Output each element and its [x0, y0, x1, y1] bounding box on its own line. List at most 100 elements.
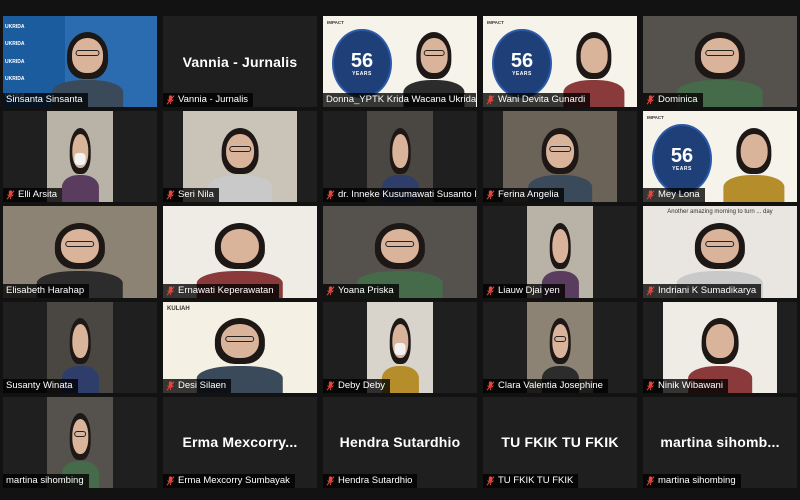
emblem-subtitle: YEARS	[512, 70, 532, 77]
participant-name: Deby Deby	[338, 379, 385, 391]
anniversary-emblem: 56 YEARS	[492, 28, 552, 99]
mic-muted-icon	[646, 286, 655, 296]
mic-muted-icon	[646, 95, 655, 105]
participant-name-label: TU FKIK TU FKIK	[483, 473, 579, 488]
participant-name-label: Ninik Wibawani	[643, 378, 728, 393]
emblem-number: 56	[350, 49, 374, 72]
participant-name-label: Liauw Djai yen	[483, 283, 565, 298]
participant-name: Indriani K Sumadikarya	[658, 284, 757, 296]
impact-logo: IMPACT	[487, 20, 504, 25]
participant-name-label: Donna_YPTK Krida Wacana Ukrida FKIK	[323, 93, 476, 108]
participant-name: Elli Arsita	[18, 189, 58, 201]
mic-muted-icon	[166, 476, 175, 486]
mic-muted-icon	[646, 476, 655, 486]
mic-muted-icon	[486, 286, 495, 296]
participant-name: Hendra Sutardhio	[338, 474, 413, 486]
participant-name-label: Vannia - Jurnalis	[163, 93, 254, 108]
mic-muted-icon	[326, 190, 335, 200]
anniversary-emblem: 56 YEARS	[332, 28, 392, 99]
mic-muted-icon	[166, 381, 175, 391]
video-gallery: UKRIDAUKRIDAUKRIDAUKRIDAUKRIDASinsanta S…	[0, 14, 800, 490]
participant-tile[interactable]: Ferina Angelia	[483, 111, 637, 203]
participant-name-label: Seri Nila	[163, 188, 219, 203]
participant-name: dr. Inneke Kusumawati Susanto M...	[338, 189, 476, 201]
participant-name: Vannia - Jurnalis	[178, 94, 249, 106]
participant-name-label: martina sihombing	[3, 473, 89, 488]
participant-tile[interactable]: Yoana Priska	[323, 206, 477, 298]
participant-tile[interactable]: Deby Deby	[323, 301, 477, 393]
participant-tile[interactable]: Seri Nila	[163, 111, 317, 203]
participant-tile[interactable]: Elli Arsita	[3, 111, 157, 203]
participant-name: Sinsanta Sinsanta	[6, 94, 83, 106]
participant-display-name: Erma Mexcorry...	[182, 434, 298, 451]
participant-name-label: Elli Arsita	[3, 188, 63, 203]
participant-name-label: Indriani K Sumadikarya	[643, 283, 762, 298]
participant-tile[interactable]: UKRIDAUKRIDAUKRIDAUKRIDAUKRIDASinsanta S…	[3, 16, 157, 108]
participant-name-label: martina sihombing	[643, 473, 741, 488]
participant-name-label: Elisabeth Harahap	[3, 283, 90, 298]
participant-name-label: Ferina Angelia	[483, 188, 564, 203]
participant-tile[interactable]: Clara Valentia Josephine	[483, 301, 637, 393]
participant-name: Ninik Wibawani	[658, 379, 723, 391]
mic-muted-icon	[166, 95, 175, 105]
participant-tile[interactable]: TU FKIK TU FKIK TU FKIK TU FKIK	[483, 396, 637, 488]
participant-tile[interactable]: Susanty Winata	[3, 301, 157, 393]
participant-display-name: martina sihomb...	[660, 434, 780, 451]
participant-tile[interactable]: KULIAH Desi Silaen	[163, 301, 317, 393]
participant-name: TU FKIK TU FKIK	[498, 474, 574, 486]
participant-name: martina sihombing	[658, 474, 736, 486]
participant-tile[interactable]: IMPACT 56 YEARS Donna_YPTK Krida Wacana Ukr…	[323, 16, 477, 108]
participant-name-label: Clara Valentia Josephine	[483, 378, 608, 393]
participant-tile[interactable]: IMPACT 56 YEARS Mey Lona	[643, 111, 797, 203]
participant-name-label: Yoana Priska	[323, 283, 399, 298]
impact-logo: IMPACT	[327, 20, 344, 25]
participant-display-name: Vannia - Jurnalis	[182, 53, 298, 70]
participant-tile[interactable]: Hendra Sutardhio Hendra Sutardhio	[323, 396, 477, 488]
emblem-subtitle: YEARS	[352, 70, 372, 77]
participant-name: Clara Valentia Josephine	[498, 379, 603, 391]
participant-name: Susanty Winata	[6, 379, 73, 391]
participant-name: Dominica	[658, 94, 698, 106]
participant-person	[61, 127, 99, 203]
mic-muted-icon	[326, 286, 335, 296]
participant-name-label: Erma Mexcorry Sumbayak	[163, 473, 295, 488]
participant-tile[interactable]: Erma Mexcorry... Erma Mexcorry Sumbayak	[163, 396, 317, 488]
participant-tile[interactable]: Liauw Djai yen	[483, 206, 637, 298]
participant-name-label: Susanty Winata	[3, 378, 78, 393]
mic-muted-icon	[486, 95, 495, 105]
participant-tile[interactable]: Vannia - Jurnalis Vannia - Jurnalis	[163, 16, 317, 108]
participant-tile[interactable]: dr. Inneke Kusumawati Susanto M...	[323, 111, 477, 203]
participant-display-name: TU FKIK TU FKIK	[501, 434, 619, 451]
mic-muted-icon	[486, 190, 495, 200]
background-quote: Another amazing morning to turn ... day	[667, 209, 773, 216]
mic-muted-icon	[326, 476, 335, 486]
participant-name: Elisabeth Harahap	[6, 284, 85, 296]
participant-tile[interactable]: Another amazing morning to turn ... day I…	[643, 206, 797, 298]
participant-tile[interactable]: Dominica	[643, 16, 797, 108]
participant-name-label: Sinsanta Sinsanta	[3, 93, 88, 108]
mic-muted-icon	[486, 381, 495, 391]
participant-tile[interactable]: martina sihomb... martina sihombing	[643, 396, 797, 488]
mic-muted-icon	[166, 286, 175, 296]
participant-name-label: Dominica	[643, 93, 703, 108]
mic-muted-icon	[646, 190, 655, 200]
participant-name: martina sihombing	[6, 474, 84, 486]
emblem-subtitle: YEARS	[672, 165, 692, 172]
participant-tile[interactable]: IMPACT 56 YEARS Wani Devita Gunardi	[483, 16, 637, 108]
mic-muted-icon	[166, 190, 175, 200]
participant-person	[723, 127, 785, 203]
participant-name-label: Deby Deby	[323, 378, 390, 393]
mic-muted-icon	[6, 190, 15, 200]
impact-logo: IMPACT	[647, 115, 664, 121]
participant-name-label: Wani Devita Gunardi	[483, 93, 591, 108]
emblem-number: 56	[670, 144, 694, 167]
participant-tile[interactable]: Elisabeth Harahap	[3, 206, 157, 298]
participant-name: Yoana Priska	[338, 284, 394, 296]
participant-name-label: Mey Lona	[643, 188, 705, 203]
participant-name: Seri Nila	[178, 189, 214, 201]
participant-tile[interactable]: martina sihombing	[3, 396, 157, 488]
emblem-number: 56	[510, 49, 534, 72]
participant-name: Wani Devita Gunardi	[498, 94, 586, 106]
participant-tile[interactable]: Ninik Wibawani	[643, 301, 797, 393]
participant-tile[interactable]: Ernawati Keperawatan	[163, 206, 317, 298]
